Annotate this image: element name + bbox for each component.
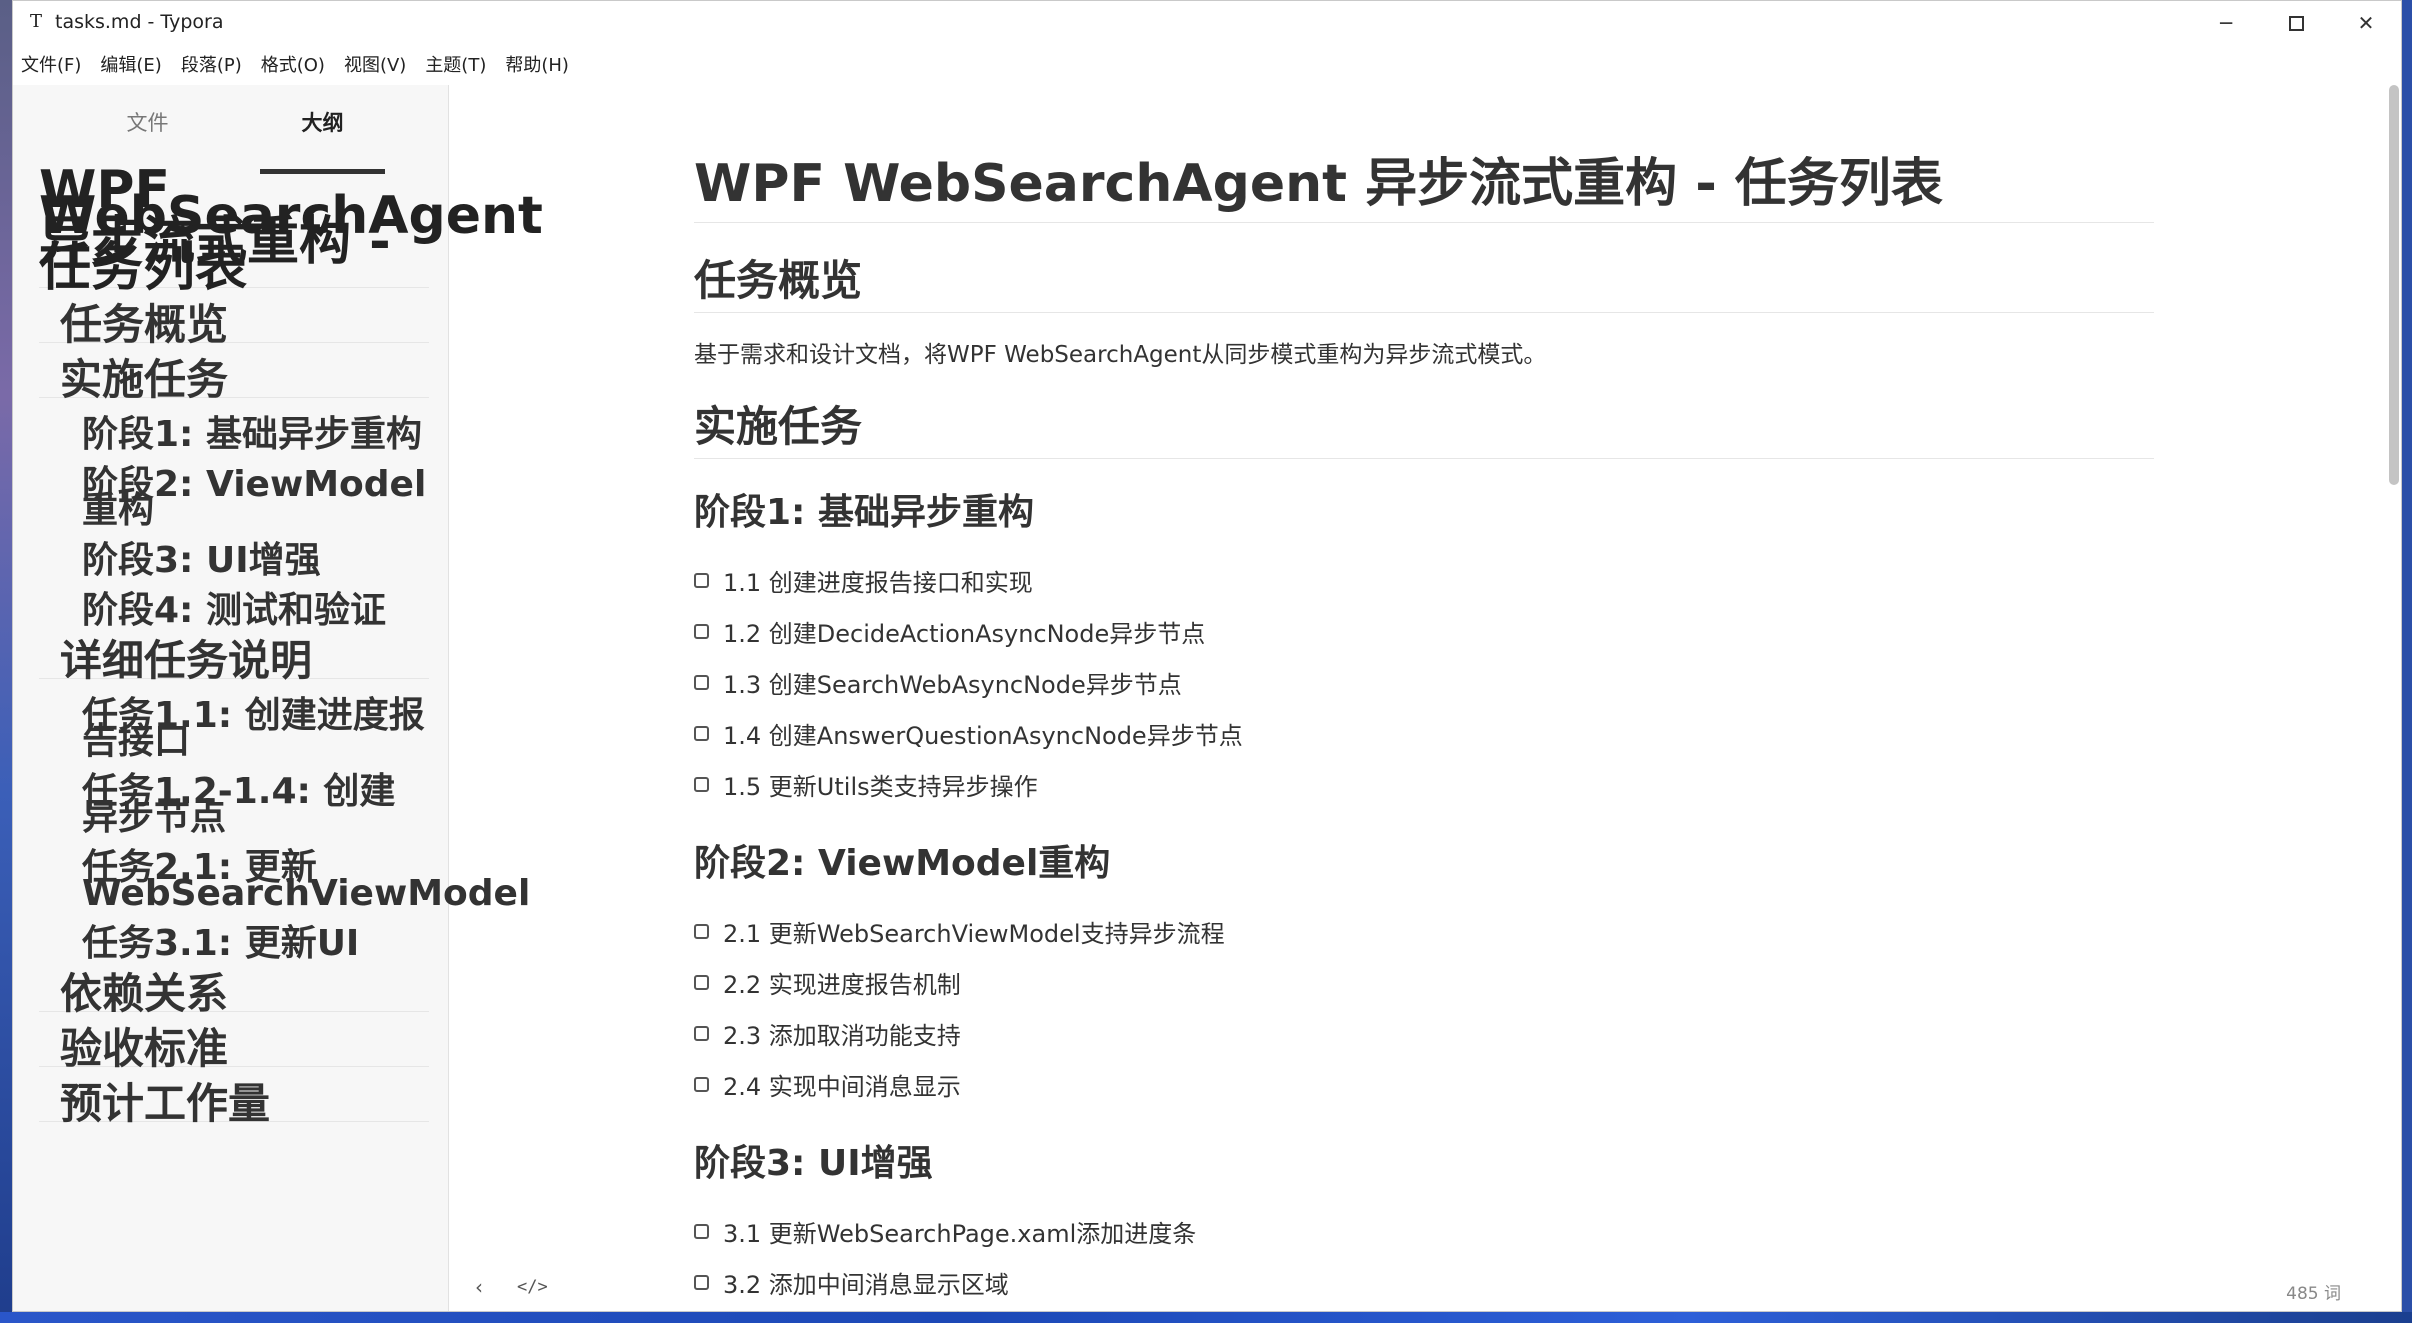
heading-phase3: 阶段3: UI增强 bbox=[694, 1143, 933, 1184]
outline-list: WPF WebSearchAgent 异步流式重构 - 任务列表任务概览实施任务… bbox=[39, 164, 543, 1125]
outline-item[interactable]: 任务2.1: 更新WebSearchViewModel bbox=[39, 850, 530, 912]
outline-item[interactable]: 任务概览 bbox=[39, 304, 429, 346]
task-checkbox[interactable] bbox=[694, 1077, 709, 1092]
outline-item[interactable]: 依赖关系 bbox=[39, 973, 429, 1015]
task-checkbox[interactable] bbox=[694, 624, 709, 639]
task-item: 1.3 创建SearchWebAsyncNode异步节点 bbox=[694, 657, 2154, 708]
task-item: 2.4 实现中间消息显示 bbox=[694, 1059, 2154, 1110]
outline-item[interactable]: 详细任务说明 bbox=[39, 640, 429, 682]
heading-implementation: 实施任务 bbox=[694, 393, 2154, 459]
tab-files[interactable]: 文件 bbox=[85, 107, 210, 137]
task-item: 1.5 更新Utils类支持异步操作 bbox=[694, 759, 2154, 810]
overview-paragraph: 基于需求和设计文档，将WPF WebSearchAgent从同步模式重构为异步流… bbox=[694, 342, 1547, 368]
doc-title: WPF WebSearchAgent 异步流式重构 - 任务列表 bbox=[694, 141, 2154, 223]
desktop-background-left bbox=[0, 0, 12, 1323]
outline-item[interactable]: 阶段1: 基础异步重构 bbox=[39, 417, 429, 453]
task-list-phase1: 1.1 创建进度报告接口和实现 1.2 创建DecideActionAsyncNo… bbox=[694, 555, 2154, 810]
task-label: 1.2 创建DecideActionAsyncNode异步节点 bbox=[723, 620, 1206, 648]
menu-edit[interactable]: 编辑(E) bbox=[100, 51, 161, 81]
menu-view[interactable]: 视图(V) bbox=[344, 51, 406, 81]
active-tab-indicator bbox=[260, 169, 385, 174]
menu-help[interactable]: 帮助(H) bbox=[505, 51, 569, 81]
menu-paragraph[interactable]: 段落(P) bbox=[181, 51, 242, 81]
tab-outline[interactable]: 大纲 bbox=[260, 107, 385, 137]
task-item: 3.1 更新WebSearchPage.xaml添加进度条 bbox=[694, 1206, 2154, 1257]
heading-overview: 任务概览 bbox=[694, 247, 2154, 313]
typora-app-icon: T bbox=[29, 11, 42, 32]
close-button[interactable]: ✕ bbox=[2331, 1, 2401, 45]
menu-file[interactable]: 文件(F) bbox=[21, 51, 81, 81]
task-label: 1.5 更新Utils类支持异步操作 bbox=[723, 773, 1038, 801]
menu-format[interactable]: 格式(O) bbox=[261, 51, 325, 81]
maximize-icon bbox=[2288, 15, 2304, 31]
task-checkbox[interactable] bbox=[694, 975, 709, 990]
task-checkbox[interactable] bbox=[694, 726, 709, 741]
outline-item[interactable]: 阶段2: ViewModel重构 bbox=[39, 467, 429, 529]
task-checkbox[interactable] bbox=[694, 777, 709, 792]
task-label: 2.2 实现进度报告机制 bbox=[723, 971, 961, 999]
task-label: 1.3 创建SearchWebAsyncNode异步节点 bbox=[723, 671, 1182, 699]
task-item: 2.2 实现进度报告机制 bbox=[694, 957, 2154, 1008]
title-bar: T tasks.md - Typora ─ ✕ bbox=[13, 1, 2401, 45]
task-label: 1.4 创建AnswerQuestionAsyncNode异步节点 bbox=[723, 722, 1243, 750]
task-checkbox[interactable] bbox=[694, 573, 709, 588]
menu-bar: 文件(F) 编辑(E) 段落(P) 格式(O) 视图(V) 主题(T) 帮助(H… bbox=[13, 51, 588, 81]
typora-window: T tasks.md - Typora ─ ✕ 文件(F) 编辑(E) 段落(P… bbox=[12, 0, 2402, 1312]
sidebar: 文件 大纲 WPF WebSearchAgent 异步流式重构 - 任务列表任务… bbox=[13, 85, 543, 1311]
sidebar-tabs: 文件 大纲 bbox=[13, 107, 448, 174]
word-count[interactable]: 485 词 bbox=[2286, 1279, 2341, 1304]
outline-item[interactable]: 任务1.2-1.4: 创建异步节点 bbox=[39, 774, 429, 836]
task-item: 2.1 更新WebSearchViewModel支持异步流程 bbox=[694, 906, 2154, 957]
editor-content[interactable]: WPF WebSearchAgent 异步流式重构 - 任务列表 任务概览 基于… bbox=[694, 141, 2154, 1311]
task-label: 2.3 添加取消功能支持 bbox=[723, 1022, 961, 1050]
task-checkbox[interactable] bbox=[694, 675, 709, 690]
outline-item[interactable]: 实施任务 bbox=[39, 359, 429, 401]
desktop-background-right bbox=[2402, 0, 2412, 1323]
sidebar-toggle-button[interactable]: ‹ bbox=[475, 1275, 483, 1299]
outline-item[interactable]: 阶段4: 测试和验证 bbox=[39, 593, 429, 629]
task-label: 1.1 创建进度报告接口和实现 bbox=[723, 569, 1033, 597]
close-icon: ✕ bbox=[2357, 11, 2375, 35]
task-checkbox[interactable] bbox=[694, 1224, 709, 1239]
task-item: 2.3 添加取消功能支持 bbox=[694, 1008, 2154, 1059]
maximize-button[interactable] bbox=[2261, 1, 2331, 45]
status-bar: ‹ </> 485 词 bbox=[449, 1267, 2401, 1311]
source-mode-button[interactable]: </> bbox=[517, 1277, 548, 1297]
outline-item[interactable]: WPF WebSearchAgent 异步流式重构 - 任务列表 bbox=[39, 164, 543, 294]
task-item: 1.1 创建进度报告接口和实现 bbox=[694, 555, 2154, 606]
task-checkbox[interactable] bbox=[694, 1026, 709, 1041]
heading-phase1: 阶段1: 基础异步重构 bbox=[694, 492, 1034, 533]
taskbar-strip bbox=[0, 1312, 2412, 1323]
chevron-left-icon: ‹ bbox=[475, 1275, 483, 1299]
outline-item[interactable]: 阶段3: UI增强 bbox=[39, 543, 429, 579]
code-icon: </> bbox=[517, 1277, 548, 1297]
outline-item[interactable]: 验收标准 bbox=[39, 1028, 429, 1070]
heading-phase2: 阶段2: ViewModel重构 bbox=[694, 843, 1111, 884]
outline-item[interactable]: 任务1.1: 创建进度报告接口 bbox=[39, 698, 429, 760]
minimize-button[interactable]: ─ bbox=[2191, 1, 2261, 45]
task-label: 2.1 更新WebSearchViewModel支持异步流程 bbox=[723, 920, 1225, 948]
outline-item[interactable]: 预计工作量 bbox=[39, 1083, 429, 1125]
task-label: 2.4 实现中间消息显示 bbox=[723, 1073, 961, 1101]
editor-scrollbar[interactable] bbox=[2389, 85, 2399, 485]
task-label: 3.1 更新WebSearchPage.xaml添加进度条 bbox=[723, 1220, 1197, 1248]
minimize-icon: ─ bbox=[2219, 11, 2233, 35]
task-checkbox[interactable] bbox=[694, 924, 709, 939]
task-item: 1.2 创建DecideActionAsyncNode异步节点 bbox=[694, 606, 2154, 657]
menu-theme[interactable]: 主题(T) bbox=[425, 51, 486, 81]
task-list-phase2: 2.1 更新WebSearchViewModel支持异步流程 2.2 实现进度报告… bbox=[694, 906, 2154, 1110]
outline-item[interactable]: 任务3.1: 更新UI bbox=[39, 926, 429, 962]
task-item: 1.4 创建AnswerQuestionAsyncNode异步节点 bbox=[694, 708, 2154, 759]
window-title: tasks.md - Typora bbox=[55, 11, 224, 33]
